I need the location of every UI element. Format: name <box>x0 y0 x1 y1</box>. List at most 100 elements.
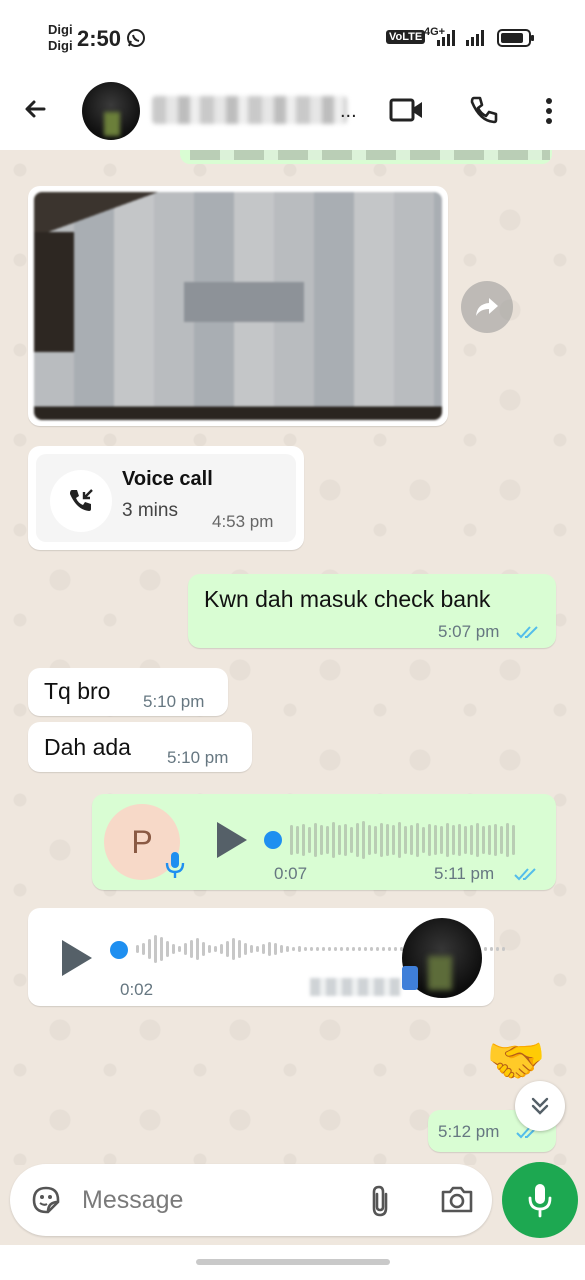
mic-icon <box>528 1184 552 1218</box>
waveform-bar <box>352 947 355 951</box>
waveform-bar <box>452 825 455 855</box>
waveform-bar <box>386 824 389 856</box>
phone-icon[interactable] <box>468 94 500 131</box>
waveform-bar <box>496 947 499 951</box>
waveform-bar <box>376 947 379 951</box>
waveform-bar <box>296 826 299 854</box>
message-input[interactable] <box>82 1178 352 1222</box>
more-vert-icon[interactable] <box>543 96 555 131</box>
incoming-call-icon <box>50 470 112 532</box>
audio-duration: 0:07 <box>274 864 308 883</box>
contact-avatar[interactable] <box>82 82 140 140</box>
waveform-bar <box>494 824 497 856</box>
waveform-bar <box>362 821 365 859</box>
waveform-bar <box>394 947 397 951</box>
waveform-bar <box>250 945 253 953</box>
message-time: 5:10 pm <box>167 748 229 767</box>
message-time: 5:12 pm <box>438 1122 500 1141</box>
waveform-bar <box>340 947 343 951</box>
attach-icon[interactable] <box>368 1184 392 1223</box>
waveform-bar <box>322 947 325 951</box>
waveform-bar <box>178 946 181 952</box>
waveform-bar <box>308 827 311 853</box>
message-time: 5:07 pm <box>438 622 500 641</box>
waveform-bar <box>470 825 473 855</box>
waveform-bar <box>446 823 449 857</box>
waveform-bar <box>370 947 373 951</box>
emoji-sticker-icon[interactable] <box>30 1184 62 1221</box>
back-arrow-icon[interactable] <box>22 96 48 127</box>
waveform-bar <box>190 940 193 958</box>
voice-call-message[interactable]: Voice call 3 mins 4:53 pm <box>28 446 304 550</box>
waveform-bar <box>388 947 391 951</box>
waveform-bar <box>274 943 277 955</box>
forward-icon <box>476 298 498 316</box>
status-bar: Digi Digi 2:50 VoLTE 4G+ <box>0 0 585 76</box>
waveform-bar <box>160 937 163 961</box>
waveform-bar <box>196 938 199 960</box>
waveform-bar <box>422 827 425 853</box>
play-button[interactable] <box>60 938 94 983</box>
message-time: 5:11 pm <box>434 864 495 883</box>
waveform-bar <box>148 939 151 959</box>
waveform-bar <box>488 825 491 855</box>
waveform-bar <box>506 823 509 857</box>
waveform-bar <box>404 826 407 854</box>
waveform-bar <box>328 947 331 951</box>
waveform-bar <box>286 946 289 952</box>
voice-call-duration: 3 mins <box>122 500 178 521</box>
audio-seek-handle[interactable] <box>264 831 282 849</box>
audio-duration: 0:02 <box>120 980 154 999</box>
waveform-bar <box>356 823 359 857</box>
outgoing-message[interactable]: Kwn dah masuk check bank 5:07 pm <box>188 574 556 648</box>
waveform-bar <box>464 826 467 854</box>
contact-name-redacted[interactable] <box>152 96 347 124</box>
camera-icon[interactable] <box>440 1184 474 1219</box>
audio-waveform[interactable] <box>290 816 515 864</box>
waveform-bar <box>416 823 419 857</box>
waveform-bar <box>280 945 283 953</box>
waveform-bar <box>268 942 271 956</box>
video-call-icon[interactable] <box>389 96 425 129</box>
incoming-message[interactable]: Tq bro 5:10 pm <box>28 668 228 716</box>
waveform-bar <box>490 947 493 951</box>
waveform-bar <box>238 940 241 958</box>
waveform-bar <box>220 944 223 954</box>
gesture-nav-handle[interactable] <box>196 1259 390 1265</box>
waveform-bar <box>428 824 431 856</box>
message-composer <box>10 1164 492 1236</box>
double-chevron-down-icon <box>531 1097 549 1115</box>
audio-seek-handle[interactable] <box>110 941 128 959</box>
scroll-to-bottom-button[interactable] <box>515 1081 565 1131</box>
play-button[interactable] <box>215 820 249 865</box>
waveform-bar <box>290 825 293 855</box>
read-ticks-icon <box>514 866 540 887</box>
waveform-bar <box>458 824 461 856</box>
voice-call-card[interactable]: Voice call 3 mins 4:53 pm <box>36 454 296 542</box>
waveform-bar <box>208 945 211 953</box>
waveform-bar <box>302 824 305 856</box>
outgoing-voice-message[interactable]: P 0:07 5:11 pm <box>92 794 556 890</box>
waveform-bar <box>344 824 347 856</box>
signal-icon <box>437 30 459 51</box>
waveform-bar <box>292 947 295 951</box>
volte-badge: VoLTE <box>386 30 426 44</box>
incoming-message[interactable]: Dah ada 5:10 pm <box>28 722 252 772</box>
forward-button[interactable] <box>461 281 513 333</box>
image-redacted[interactable] <box>34 192 442 420</box>
whatsapp-icon <box>126 28 146 53</box>
waveform-bar <box>482 826 485 854</box>
incoming-voice-message[interactable]: 0:02 <box>28 908 505 1006</box>
mic-icon <box>402 966 418 990</box>
waveform-bar <box>512 825 515 855</box>
waveform-bar <box>256 946 259 952</box>
waveform-bar <box>338 825 341 855</box>
chat-area[interactable]: Voice call 3 mins 4:53 pm Kwn dah masuk … <box>0 150 585 1165</box>
voice-record-button[interactable] <box>502 1162 578 1238</box>
message-text: Kwn dah masuk check bank <box>204 586 491 612</box>
battery-icon <box>497 29 535 52</box>
status-time: 2:50 <box>77 26 122 51</box>
waveform-bar <box>244 943 247 955</box>
waveform-bar <box>226 941 229 957</box>
image-message[interactable] <box>28 186 448 426</box>
